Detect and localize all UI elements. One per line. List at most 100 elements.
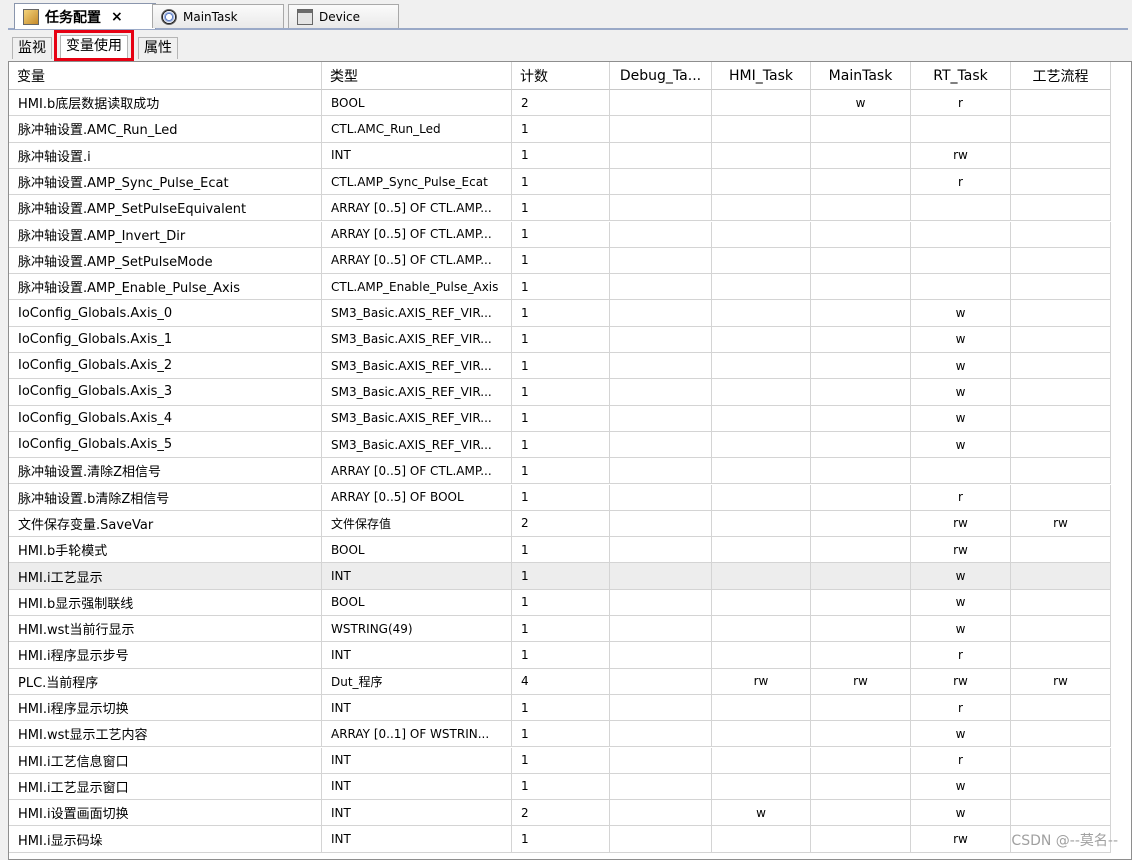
tab-monitor[interactable]: 监视 bbox=[12, 37, 52, 59]
table-row[interactable]: 脉冲轴设置.b清除Z相信号 ARRAY [0..5] OF BOOL 1 r bbox=[9, 484, 1111, 511]
count-cell: 1 bbox=[512, 484, 610, 511]
rt-task-access bbox=[911, 458, 1011, 485]
table-row[interactable]: PLC.当前程序 Dut_程序 4 rw rw rw rw bbox=[9, 668, 1111, 695]
table-row[interactable]: HMI.i工艺信息窗口 INT 1 r bbox=[9, 747, 1111, 774]
process-flow-access bbox=[1011, 721, 1111, 748]
debug-task-access bbox=[610, 116, 712, 143]
table-row[interactable]: HMI.i工艺显示窗口 INT 1 w bbox=[9, 773, 1111, 801]
rt-task-access: w bbox=[911, 589, 1011, 616]
tab-properties[interactable]: 属性 bbox=[138, 37, 178, 59]
table-row[interactable]: HMI.i设置画面切换 INT 2 w w bbox=[9, 800, 1111, 827]
type-cell: BOOL bbox=[322, 537, 512, 564]
hmi-task-access bbox=[712, 142, 811, 169]
table-row[interactable]: 脉冲轴设置.AMP_Sync_Pulse_Ecat CTL.AMP_Sync_Pu… bbox=[9, 168, 1111, 196]
table-row[interactable]: HMI.b底层数据读取成功 BOOL 2 w r bbox=[9, 90, 1111, 117]
hmi-task-access bbox=[712, 431, 811, 459]
type-cell: CTL.AMP_Sync_Pulse_Ecat bbox=[322, 168, 512, 196]
variable-cell: HMI.b手轮模式 bbox=[9, 537, 322, 564]
variable-cell: IoConfig_Globals.Axis_4 bbox=[9, 405, 322, 432]
type-cell: ARRAY [0..5] OF CTL.AMP... bbox=[322, 458, 512, 485]
hmi-task-access bbox=[712, 747, 811, 774]
type-cell: ARRAY [0..5] OF CTL.AMP... bbox=[322, 247, 512, 275]
type-cell: WSTRING(49) bbox=[322, 616, 512, 643]
table-row[interactable]: 脉冲轴设置.AMC_Run_Led CTL.AMC_Run_Led 1 bbox=[9, 116, 1111, 143]
column-header-count[interactable]: 计数 bbox=[512, 62, 610, 90]
table-row[interactable]: 脉冲轴设置.AMP_Invert_Dir ARRAY [0..5] OF CTL.… bbox=[9, 221, 1111, 248]
table-row[interactable]: HMI.i程序显示切换 INT 1 r bbox=[9, 694, 1111, 722]
type-cell: INT bbox=[322, 773, 512, 801]
maintask-access bbox=[811, 642, 911, 669]
column-header-debug-task[interactable]: Debug_Ta... bbox=[610, 62, 712, 90]
debug-task-access bbox=[610, 405, 712, 432]
rt-task-access: w bbox=[911, 563, 1011, 590]
rt-task-access: w bbox=[911, 300, 1011, 327]
table-row[interactable]: HMI.wst当前行显示 WSTRING(49) 1 w bbox=[9, 616, 1111, 643]
column-header-process-flow[interactable]: 工艺流程 bbox=[1011, 62, 1111, 90]
tab-task-config[interactable]: 任务配置 × bbox=[14, 3, 156, 29]
debug-task-access bbox=[610, 353, 712, 380]
table-row[interactable]: HMI.i工艺显示 INT 1 w bbox=[9, 563, 1111, 590]
column-header-rt-task[interactable]: RT_Task bbox=[911, 62, 1011, 90]
type-cell: INT bbox=[322, 826, 512, 853]
variable-cell: 脉冲轴设置.AMC_Run_Led bbox=[9, 116, 322, 143]
maintask-access bbox=[811, 326, 911, 353]
maintask-access bbox=[811, 458, 911, 485]
type-cell: ARRAY [0..5] OF BOOL bbox=[322, 484, 512, 511]
table-row[interactable]: 脉冲轴设置.清除Z相信号 ARRAY [0..5] OF CTL.AMP... 1 bbox=[9, 458, 1111, 485]
variable-cell: PLC.当前程序 bbox=[9, 668, 322, 695]
maintask-access bbox=[811, 405, 911, 432]
table-row[interactable]: IoConfig_Globals.Axis_4 SM3_Basic.AXIS_RE… bbox=[9, 405, 1111, 432]
rt-task-access: w bbox=[911, 405, 1011, 432]
process-flow-access bbox=[1011, 405, 1111, 432]
hmi-task-access bbox=[712, 563, 811, 590]
rt-task-access: rw bbox=[911, 510, 1011, 538]
debug-task-access bbox=[610, 642, 712, 669]
column-header-type[interactable]: 类型 bbox=[322, 62, 512, 90]
process-flow-access bbox=[1011, 168, 1111, 196]
table-row[interactable]: 脉冲轴设置.AMP_SetPulseMode ARRAY [0..5] OF CT… bbox=[9, 247, 1111, 275]
variable-cell: 脉冲轴设置.AMP_SetPulseMode bbox=[9, 247, 322, 275]
count-cell: 1 bbox=[512, 589, 610, 616]
table-row[interactable]: IoConfig_Globals.Axis_0 SM3_Basic.AXIS_RE… bbox=[9, 300, 1111, 327]
rt-task-access: r bbox=[911, 642, 1011, 669]
table-row[interactable]: HMI.i程序显示步号 INT 1 r bbox=[9, 642, 1111, 669]
column-header-variable[interactable]: 变量 bbox=[9, 62, 322, 90]
table-row[interactable]: 脉冲轴设置.i INT 1 rw bbox=[9, 142, 1111, 169]
close-icon[interactable]: × bbox=[111, 9, 123, 25]
process-flow-access bbox=[1011, 773, 1111, 801]
process-flow-access bbox=[1011, 458, 1111, 485]
column-header-maintask[interactable]: MainTask bbox=[811, 62, 911, 90]
table-row[interactable]: IoConfig_Globals.Axis_2 SM3_Basic.AXIS_RE… bbox=[9, 353, 1111, 380]
column-header-hmi-task[interactable]: HMI_Task bbox=[712, 62, 811, 90]
maintask-access bbox=[811, 142, 911, 169]
table-row[interactable]: IoConfig_Globals.Axis_1 SM3_Basic.AXIS_RE… bbox=[9, 326, 1111, 353]
table-row[interactable]: HMI.i显示码垛 INT 1 rw bbox=[9, 826, 1111, 853]
type-cell: SM3_Basic.AXIS_REF_VIR... bbox=[322, 326, 512, 353]
tab-maintask[interactable]: MainTask bbox=[152, 4, 284, 28]
tab-device[interactable]: Device bbox=[288, 4, 399, 28]
red-highlight-box bbox=[54, 30, 134, 61]
table-row[interactable]: HMI.b显示强制联线 BOOL 1 w bbox=[9, 589, 1111, 616]
type-cell: INT bbox=[322, 142, 512, 169]
table-row[interactable]: 文件保存变量.SaveVar 文件保存值 2 rw rw bbox=[9, 510, 1111, 538]
process-flow-access: rw bbox=[1011, 668, 1111, 695]
table-row[interactable]: IoConfig_Globals.Axis_5 SM3_Basic.AXIS_RE… bbox=[9, 431, 1111, 459]
type-cell: SM3_Basic.AXIS_REF_VIR... bbox=[322, 405, 512, 432]
tab-task-config-label: 任务配置 bbox=[45, 9, 101, 26]
process-flow-access bbox=[1011, 800, 1111, 827]
rt-task-access: w bbox=[911, 800, 1011, 827]
table-row[interactable]: 脉冲轴设置.AMP_Enable_Pulse_Axis CTL.AMP_Enabl… bbox=[9, 274, 1111, 301]
type-cell: INT bbox=[322, 563, 512, 590]
variable-cell: 脉冲轴设置.AMP_SetPulseEquivalent bbox=[9, 195, 322, 222]
variable-cell: HMI.i工艺显示窗口 bbox=[9, 773, 322, 801]
process-flow-access bbox=[1011, 616, 1111, 643]
table-row[interactable]: HMI.b手轮模式 BOOL 1 rw bbox=[9, 537, 1111, 564]
task-config-icon bbox=[23, 8, 39, 25]
maintask-access bbox=[811, 773, 911, 801]
table-row[interactable]: HMI.wst显示工艺内容 ARRAY [0..1] OF WSTRIN... 1 w bbox=[9, 721, 1111, 748]
process-flow-access bbox=[1011, 431, 1111, 459]
table-row[interactable]: IoConfig_Globals.Axis_3 SM3_Basic.AXIS_RE… bbox=[9, 379, 1111, 406]
table-row[interactable]: 脉冲轴设置.AMP_SetPulseEquivalent ARRAY [0..5]… bbox=[9, 195, 1111, 222]
debug-task-access bbox=[610, 221, 712, 248]
hmi-task-access bbox=[712, 116, 811, 143]
